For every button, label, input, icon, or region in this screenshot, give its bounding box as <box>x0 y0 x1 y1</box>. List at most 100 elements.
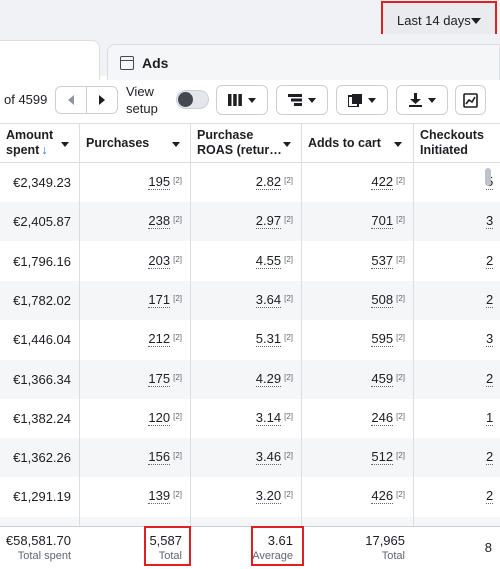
average-roas-value: 3.61 <box>267 532 293 548</box>
table-row[interactable]: €1,382.24 120 [2] 3.14 [2] 246 [2] 1 <box>0 398 500 438</box>
footnote-marker: [2] <box>284 215 293 225</box>
checkouts-value[interactable]: 2 <box>486 489 494 505</box>
purchases-value[interactable]: 212 <box>148 332 171 348</box>
roas-value[interactable]: 4.29 <box>255 371 282 387</box>
table-row[interactable]: €1,366.34 175 [2] 4.29 [2] 459 [2] 2 <box>0 359 500 399</box>
total-amount-value: €58,581.70 <box>5 532 71 548</box>
checkouts-value[interactable]: 1 <box>486 410 494 426</box>
cell-amount: €1,782.02 <box>0 281 79 320</box>
charts-button[interactable] <box>455 85 486 115</box>
footnote-marker: [2] <box>173 215 182 225</box>
cell-roas: 5.31 [2] <box>191 320 301 359</box>
checkouts-value[interactable]: 3 <box>486 332 494 348</box>
adds-value[interactable]: 426 <box>371 489 394 505</box>
chevron-down-icon <box>248 97 256 103</box>
adds-value[interactable]: 701 <box>371 214 394 230</box>
column-header-checkouts-initiated[interactable]: Checkouts Initiated <box>414 123 500 163</box>
adds-value[interactable]: 512 <box>371 450 394 466</box>
cell-checkouts: 2 <box>414 360 500 399</box>
amount-value: €1,291.19 <box>13 489 71 505</box>
purchases-value[interactable]: 120 <box>148 410 171 426</box>
table-row[interactable]: €1,446.04 212 [2] 5.31 [2] 595 [2] 3 <box>0 320 500 360</box>
purchases-value[interactable]: 171 <box>148 292 171 308</box>
purchases-value[interactable]: 156 <box>148 450 171 466</box>
columns-button[interactable] <box>216 85 268 115</box>
adds-value[interactable]: 422 <box>371 175 394 190</box>
breakdown-button[interactable] <box>276 85 328 115</box>
amount-value: €1,796.16 <box>13 253 71 269</box>
adds-value[interactable]: 508 <box>371 292 394 308</box>
cell-roas: 3.14 [2] <box>191 399 301 438</box>
adds-value[interactable]: 246 <box>371 410 394 426</box>
view-setup-toggle[interactable] <box>176 90 209 109</box>
purchases-value[interactable]: 203 <box>148 253 171 269</box>
footnote-marker: [2] <box>173 254 182 264</box>
checkouts-value[interactable]: 3 <box>486 214 494 230</box>
column-header-amount-spent[interactable]: Amount spent ↓ <box>0 123 79 163</box>
cell-adds: 701 [2] <box>302 202 413 241</box>
chevron-down-icon <box>427 97 436 103</box>
total-adds-to-cart: 17,965 Total <box>302 526 413 569</box>
cell-adds: 459 [2] <box>302 360 413 399</box>
cell-adds: 595 [2] <box>302 320 413 359</box>
cell-checkouts: 2 <box>414 242 500 281</box>
checkouts-value[interactable]: 2 <box>486 292 494 308</box>
column-header-purchases[interactable]: Purchases <box>80 123 190 163</box>
table-row[interactable]: €1,796.16 203 [2] 4.55 [2] 537 [2] 2 <box>0 241 500 281</box>
column-header-label: Adds to cart <box>308 136 381 150</box>
previous-page-button[interactable] <box>56 87 86 113</box>
adds-value[interactable]: 595 <box>371 332 394 348</box>
cell-checkouts: 2 <box>414 477 500 516</box>
purchases-value[interactable]: 195 <box>148 175 171 190</box>
roas-value[interactable]: 2.97 <box>255 214 282 230</box>
footnote-marker: [2] <box>173 372 182 382</box>
export-button[interactable] <box>396 85 448 115</box>
next-page-button[interactable] <box>86 87 117 113</box>
column-header-adds-to-cart[interactable]: Adds to cart <box>302 123 412 163</box>
roas-value[interactable]: 3.64 <box>255 292 282 308</box>
table-row[interactable]: €1,291.19 139 [2] 3.20 [2] 426 [2] 2 <box>0 477 500 517</box>
cell-amount: €2,405.87 <box>0 202 79 241</box>
purchases-value[interactable]: 175 <box>148 371 171 387</box>
adds-value[interactable]: 537 <box>371 253 394 269</box>
column-header-purchase-roas[interactable]: Purchase ROAS (retur… <box>191 123 301 163</box>
breakdown-icon <box>288 94 302 106</box>
purchases-value[interactable]: 139 <box>148 489 171 505</box>
cell-adds: 512 [2] <box>302 438 413 477</box>
table-row[interactable]: €1,782.02 171 [2] 3.64 [2] 508 [2] 2 <box>0 280 500 320</box>
view-setup-line1: View <box>126 84 154 99</box>
table-row[interactable]: €2,349.23195[2]2.82[2]422[2]5 <box>0 163 500 202</box>
tab-ads[interactable]: Ads <box>107 44 500 80</box>
download-icon <box>408 93 422 107</box>
scrollbar-thumb[interactable] <box>485 168 491 186</box>
column-divider <box>413 123 414 569</box>
purchases-value[interactable]: 238 <box>148 214 171 230</box>
checkouts-value[interactable]: 2 <box>486 253 494 269</box>
roas-value[interactable]: 2.82 <box>255 175 282 190</box>
date-range-label: Last 14 days <box>397 13 471 28</box>
reports-button[interactable] <box>336 85 388 115</box>
roas-value[interactable]: 5.31 <box>255 332 282 348</box>
table-row[interactable]: €1,362.26 156 [2] 3.46 [2] 512 [2] 2 <box>0 438 500 478</box>
adds-value[interactable]: 459 <box>371 371 394 387</box>
roas-value[interactable]: 3.14 <box>255 410 282 426</box>
toggle-knob <box>178 92 193 107</box>
column-header-label: Purchase <box>197 128 254 142</box>
footnote-marker: [2] <box>396 490 405 500</box>
cell-roas: 3.64 [2] <box>191 281 301 320</box>
cell-adds: 508 [2] <box>302 281 413 320</box>
cell-roas: 2.82 [2] <box>191 163 301 202</box>
roas-value[interactable]: 4.55 <box>255 253 282 269</box>
columns-icon <box>228 94 242 106</box>
table-row[interactable]: €2,405.87 238 [2] 2.97 [2] 701 [2] 3 <box>0 202 500 242</box>
checkouts-value[interactable]: 2 <box>486 371 494 387</box>
checkouts-value[interactable]: 2 <box>486 450 494 466</box>
roas-value[interactable]: 3.46 <box>255 450 282 466</box>
footnote-marker: [2] <box>284 293 293 303</box>
roas-value[interactable]: 3.20 <box>255 489 282 505</box>
reports-icon <box>348 93 362 107</box>
tab-ad-sets[interactable] <box>0 40 100 80</box>
cell-amount: €1,291.19 <box>0 477 79 516</box>
footnote-marker: [2] <box>396 293 405 303</box>
chevron-down-icon <box>172 142 180 147</box>
